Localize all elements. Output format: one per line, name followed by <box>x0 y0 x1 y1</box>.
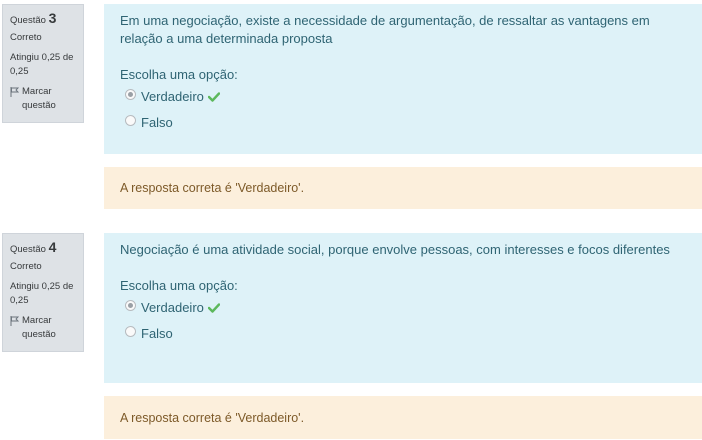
question-grade: Atingiu 0,25 de 0,25 <box>10 52 74 77</box>
question-number-line: Questão 3 <box>10 11 77 28</box>
question-formulation-4: Negociação é uma atividade social, porqu… <box>104 233 702 383</box>
question-label: Questão <box>10 15 46 26</box>
answer-prompt: Escolha uma opção: <box>120 67 238 82</box>
answer-option-true[interactable]: Verdadeiro <box>120 295 686 321</box>
checkmark-icon <box>207 92 220 102</box>
radio-true[interactable] <box>125 299 136 311</box>
question-info-4: Questão 4 Correto Atingiu 0,25 de 0,25 M… <box>2 233 84 352</box>
question-label: Questão <box>10 244 46 255</box>
question-number: 4 <box>48 239 57 255</box>
option-label: Falso <box>141 115 173 130</box>
flag-question-link[interactable]: Marcar questão <box>10 314 77 342</box>
radio-false[interactable] <box>125 114 136 126</box>
question-formulation-3: Em uma negociação, existe a necessidade … <box>104 4 702 154</box>
option-label: Verdadeiro <box>141 89 204 104</box>
flag-question-label: Marcar questão <box>22 315 56 340</box>
option-label: Falso <box>141 326 173 341</box>
answer-prompt: Escolha uma opção: <box>120 278 238 293</box>
checkmark-icon <box>207 303 220 313</box>
correct-answer-feedback-3: A resposta correta é 'Verdadeiro'. <box>104 167 702 209</box>
question-number-line: Questão 4 <box>10 240 77 257</box>
flag-question-link[interactable]: Marcar questão <box>10 85 77 113</box>
answer-option-false[interactable]: Falso <box>120 321 686 347</box>
radio-false[interactable] <box>125 325 136 337</box>
correct-answer-feedback-4: A resposta correta é 'Verdadeiro'. <box>104 396 702 439</box>
feedback-text: A resposta correta é 'Verdadeiro'. <box>120 410 305 425</box>
question-text: Negociação é uma atividade social, porqu… <box>120 242 670 257</box>
option-label: Verdadeiro <box>141 300 204 315</box>
question-grade: Atingiu 0,25 de 0,25 <box>10 281 74 306</box>
answer-option-false[interactable]: Falso <box>120 110 686 136</box>
flag-question-label: Marcar questão <box>22 86 56 111</box>
question-state: Correto <box>10 261 42 272</box>
feedback-text: A resposta correta é 'Verdadeiro'. <box>120 181 305 195</box>
question-state: Correto <box>10 32 42 43</box>
flag-icon <box>10 87 19 97</box>
question-number: 3 <box>48 10 57 26</box>
answer-option-true[interactable]: Verdadeiro <box>120 84 686 110</box>
question-info-3: Questão 3 Correto Atingiu 0,25 de 0,25 M… <box>2 4 84 123</box>
radio-true[interactable] <box>125 88 136 100</box>
question-text: Em uma negociação, existe a necessidade … <box>120 13 650 46</box>
flag-icon <box>10 316 19 326</box>
